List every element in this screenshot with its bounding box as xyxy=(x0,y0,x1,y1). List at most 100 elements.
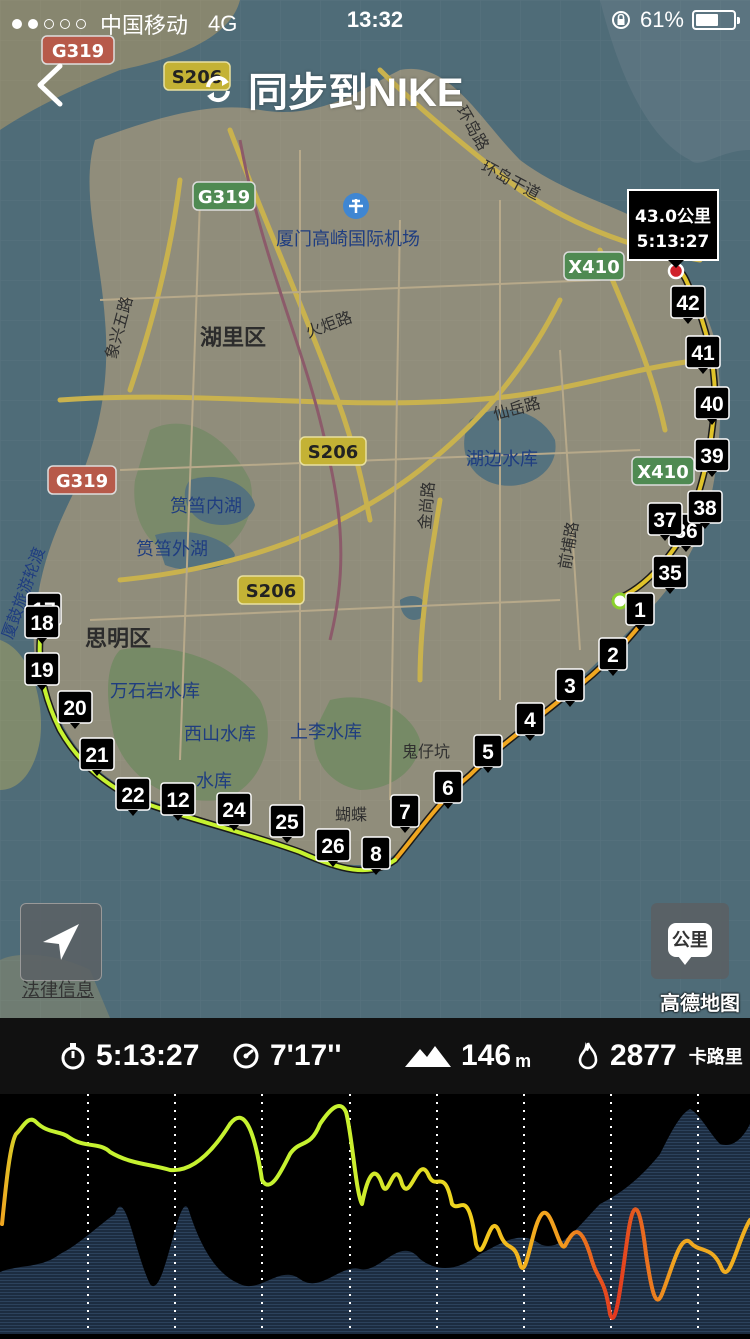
km-marker-39: 39 xyxy=(694,438,730,477)
km-marker-label: 39 xyxy=(700,445,723,468)
road-badge: S206 xyxy=(299,436,367,466)
km-marker-19: 19 xyxy=(24,652,60,691)
elevation-unit: m xyxy=(515,1050,532,1071)
map-label: 筼筜内湖 xyxy=(170,496,242,517)
chevron-left-icon xyxy=(37,63,63,107)
page-title: 同步到NIKE xyxy=(248,71,464,115)
district-label: 湖里区 xyxy=(200,326,266,351)
km-marker-25: 25 xyxy=(269,804,305,843)
navigation-arrow-icon xyxy=(43,924,79,960)
route-map[interactable]: G319 S206 G319 X410 S206 G319 X410 S206 xyxy=(0,0,750,1018)
elevation-stat: 146 m xyxy=(405,1018,531,1094)
km-marker-6: 6 xyxy=(433,770,463,809)
km-marker-label: 1 xyxy=(634,599,646,622)
svg-text:S206: S206 xyxy=(246,581,297,602)
map-label: 筼筜外湖 xyxy=(136,539,208,560)
speedometer-icon xyxy=(233,1043,259,1069)
end-time: 5:13:27 xyxy=(637,232,710,252)
km-marker-21: 21 xyxy=(79,737,115,776)
svg-text:G319: G319 xyxy=(56,471,108,492)
amap-logo: 高德地图 xyxy=(660,993,740,1015)
back-button[interactable] xyxy=(28,60,78,110)
unit-label: 公里 xyxy=(668,923,712,965)
km-marker-label: 42 xyxy=(676,292,699,315)
map-label: 上李水库 xyxy=(290,722,362,743)
km-marker-22: 22 xyxy=(115,777,151,816)
rotation-lock-icon xyxy=(611,11,630,29)
km-marker-8: 8 xyxy=(361,836,391,875)
svg-text:X410: X410 xyxy=(568,257,619,278)
km-marker-label: 12 xyxy=(166,789,189,812)
svg-text:G319: G319 xyxy=(198,187,250,208)
km-marker-35: 35 xyxy=(652,555,688,594)
sync-nike-button[interactable]: 同步到NIKE xyxy=(200,60,464,118)
km-marker-label: 41 xyxy=(691,342,715,365)
km-marker-label: 21 xyxy=(85,744,109,767)
stats-bar: 5:13:27 7'17'' 146 m 2877 卡路里 xyxy=(0,1018,750,1094)
district-label: 思明区 xyxy=(85,627,151,652)
km-marker-2: 2 xyxy=(598,637,628,676)
battery-level xyxy=(696,14,718,26)
road-badge: X410 xyxy=(631,456,695,486)
calories-unit: 卡路里 xyxy=(688,1047,743,1067)
map-label: 蝴蝶 xyxy=(335,805,367,824)
km-marker-26: 26 xyxy=(315,828,351,867)
km-marker-41: 41 xyxy=(685,335,721,374)
road-badge: G319 xyxy=(47,465,117,495)
map-label: 万石岩水库 xyxy=(110,681,200,702)
battery-icon xyxy=(692,10,740,30)
km-marker-40: 40 xyxy=(694,386,730,425)
nav-bar: 同步到NIKE xyxy=(0,50,750,120)
km-marker-label: 19 xyxy=(30,659,53,682)
elevation-area xyxy=(0,1109,750,1334)
road-badge: S206 xyxy=(237,575,305,605)
km-marker-label: 38 xyxy=(693,497,717,520)
km-marker-1: 1 xyxy=(625,592,655,631)
km-marker-20: 20 xyxy=(57,690,93,729)
km-marker-4: 4 xyxy=(515,702,545,741)
km-marker-label: 2 xyxy=(607,644,619,667)
calories-stat: 2877 卡路里 xyxy=(576,1018,743,1094)
status-right: 61% xyxy=(610,7,740,33)
km-marker-label: 6 xyxy=(442,777,454,800)
km-marker-24: 24 xyxy=(216,792,252,831)
stopwatch-icon xyxy=(61,1043,85,1070)
end-distance: 43.0公里 xyxy=(635,207,711,227)
km-marker-42: 42 xyxy=(670,285,706,324)
km-marker-label: 8 xyxy=(370,843,382,866)
km-marker-label: 37 xyxy=(653,509,676,532)
duration-value: 5:13:27 xyxy=(96,1039,200,1072)
km-marker-label: 4 xyxy=(524,709,536,732)
unit-toggle-button[interactable]: 公里 xyxy=(651,903,729,979)
km-marker-18: 18 xyxy=(24,605,60,644)
calories-value: 2877 xyxy=(610,1039,677,1072)
legal-info-link[interactable]: 法律信息 xyxy=(22,976,94,1002)
km-marker-3: 3 xyxy=(555,668,585,707)
map-label: 厦门高崎国际机场 xyxy=(276,229,420,250)
km-marker-label: 7 xyxy=(399,801,411,824)
end-flag[interactable]: 43.0公里 5:13:27 xyxy=(627,189,719,268)
map-label: 西山水库 xyxy=(184,724,256,745)
km-marker-5: 5 xyxy=(473,734,503,773)
svg-text:X410: X410 xyxy=(637,462,688,483)
pace-stat: 7'17'' xyxy=(232,1018,341,1094)
km-marker-label: 25 xyxy=(275,811,299,834)
start-point xyxy=(611,592,629,610)
locate-button[interactable] xyxy=(20,903,102,981)
km-marker-label: 26 xyxy=(321,835,344,858)
km-marker-12: 12 xyxy=(160,782,196,821)
km-marker-label: 20 xyxy=(63,697,86,720)
km-marker-38: 38 xyxy=(687,490,723,529)
km-marker-label: 22 xyxy=(121,784,144,807)
km-marker-7: 7 xyxy=(390,794,420,833)
duration-stat: 5:13:27 xyxy=(60,1018,199,1094)
svg-text:S206: S206 xyxy=(308,442,359,463)
road-badge: X410 xyxy=(563,251,625,281)
km-marker-label: 18 xyxy=(30,612,54,635)
mountain-icon xyxy=(405,1046,451,1067)
sync-icon xyxy=(206,75,230,103)
flame-icon xyxy=(578,1041,598,1070)
pace-value: 7'17'' xyxy=(270,1039,342,1072)
map-label: 湖边水库 xyxy=(466,449,538,470)
km-marker-label: 35 xyxy=(658,562,682,585)
